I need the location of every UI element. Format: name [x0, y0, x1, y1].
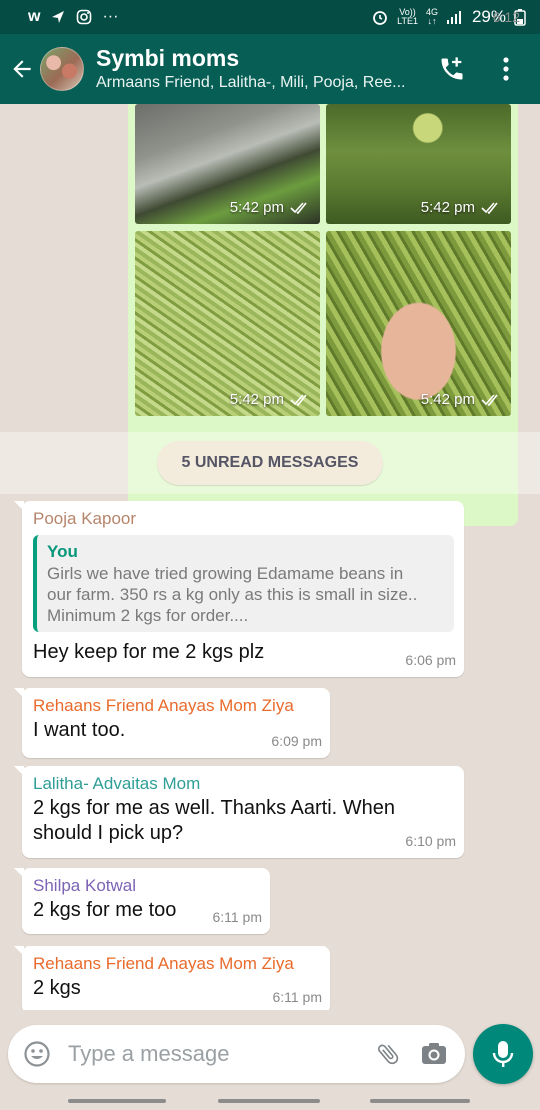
navigation-icon [52, 11, 65, 23]
message-input-bar: Type a message [8, 1025, 465, 1083]
message-text: 2 kgs for me as well. Thanks Aarti. When [33, 797, 396, 819]
message-text: Hey keep for me 2 kgs plz [33, 641, 265, 663]
double-check-icon [290, 393, 307, 406]
alarm-icon [373, 11, 388, 25]
sender-name: Shilpa Kotwal [33, 876, 137, 895]
chat-header: Symbi moms Armaans Friend, Lalitha-, Mil… [0, 34, 540, 104]
media-photo[interactable]: 5:42 pm [326, 104, 511, 224]
system-nav-bar [0, 1094, 540, 1110]
media-photo[interactable]: 5:42 pm [135, 231, 320, 416]
message-bubble[interactable]: Rehaans Friend Anayas Mom Ziya 2 kgs 6:1… [14, 946, 330, 1010]
message-time: 6:10 pm [405, 833, 456, 849]
message-time: 6:09 pm [271, 733, 322, 749]
paperclip-icon [377, 1044, 399, 1065]
media-photo[interactable]: 5:42 pm [135, 104, 320, 224]
back-button[interactable] [2, 49, 42, 89]
message-input[interactable]: Type a message [68, 1041, 359, 1067]
more-vertical-icon [503, 57, 509, 81]
back-arrow-icon [13, 60, 31, 78]
group-avatar[interactable] [40, 47, 84, 91]
voice-message-button[interactable] [473, 1024, 533, 1084]
camera-button[interactable] [417, 1037, 451, 1071]
emoji-button[interactable] [22, 1039, 52, 1069]
network-indicator: 4G ↓↑ [425, 7, 438, 26]
quoted-text: our farm. 350 rs a kg only as this is sm… [47, 585, 418, 604]
message-text: should I pick up? [33, 822, 184, 844]
more-notifications-icon: ··· [102, 8, 119, 25]
signal-icon [446, 11, 461, 24]
message-bubble[interactable]: Lalitha- Advaitas Mom 2 kgs for me as we… [14, 766, 464, 858]
instagram-icon [77, 9, 92, 25]
message-bubble[interactable]: Shilpa Kotwal 2 kgs for me too 6:11 pm [14, 868, 270, 934]
status-bar: 6:12 w ··· Vo)) LTE1 4G ↓↑ 29% [0, 0, 540, 34]
quoted-message[interactable]: You Girls we have tried growing Edamame … [33, 535, 454, 632]
mic-icon [492, 1041, 514, 1067]
quoted-sender: You [47, 542, 78, 561]
unread-messages-badge: 5 UNREAD MESSAGES [157, 441, 383, 485]
status-time: 6:12 [492, 9, 520, 25]
group-members: Armaans Friend, Lalitha-, Mili, Pooja, R… [96, 74, 406, 91]
group-title: Symbi moms [96, 45, 240, 71]
volte-indicator: Vo)) LTE1 [397, 7, 418, 26]
double-check-icon [481, 393, 498, 406]
group-info[interactable]: Symbi moms Armaans Friend, Lalitha-, Mil… [96, 44, 436, 94]
nav-back[interactable] [370, 1099, 470, 1103]
camera-icon [422, 1043, 446, 1064]
double-check-icon [481, 201, 498, 214]
message-time: 6:11 pm [272, 989, 322, 1005]
chat-area[interactable]: 5:42 pm 5:42 pm 5:42 pm 5:42 pm 5 UNREAD… [0, 104, 540, 1010]
add-call-icon [441, 57, 463, 80]
quoted-text: Girls we have tried growing Edamame bean… [47, 564, 404, 583]
quoted-text: Minimum 2 kgs for order.... [47, 606, 249, 625]
add-call-button[interactable] [436, 53, 468, 85]
message-time: 6:06 pm [405, 652, 456, 668]
sender-name: Lalitha- Advaitas Mom [33, 774, 201, 793]
sender-name: Rehaans Friend Anayas Mom Ziya [33, 696, 294, 715]
w-app-icon: w [28, 8, 41, 25]
double-check-icon [290, 201, 307, 214]
more-options-button[interactable] [490, 53, 522, 85]
sender-name: Rehaans Friend Anayas Mom Ziya [33, 954, 294, 973]
message-bubble[interactable]: Rehaans Friend Anayas Mom Ziya I want to… [14, 688, 330, 758]
emoji-icon [24, 1041, 50, 1067]
nav-home[interactable] [218, 1099, 320, 1103]
nav-recent[interactable] [68, 1099, 166, 1103]
attach-button[interactable] [371, 1037, 405, 1071]
media-photo[interactable]: 5:42 pm [326, 231, 511, 416]
message-time: 6:11 pm [212, 909, 262, 925]
message-bubble[interactable]: Pooja Kapoor You Girls we have tried gro… [14, 501, 464, 677]
sender-name: Pooja Kapoor [33, 509, 137, 528]
